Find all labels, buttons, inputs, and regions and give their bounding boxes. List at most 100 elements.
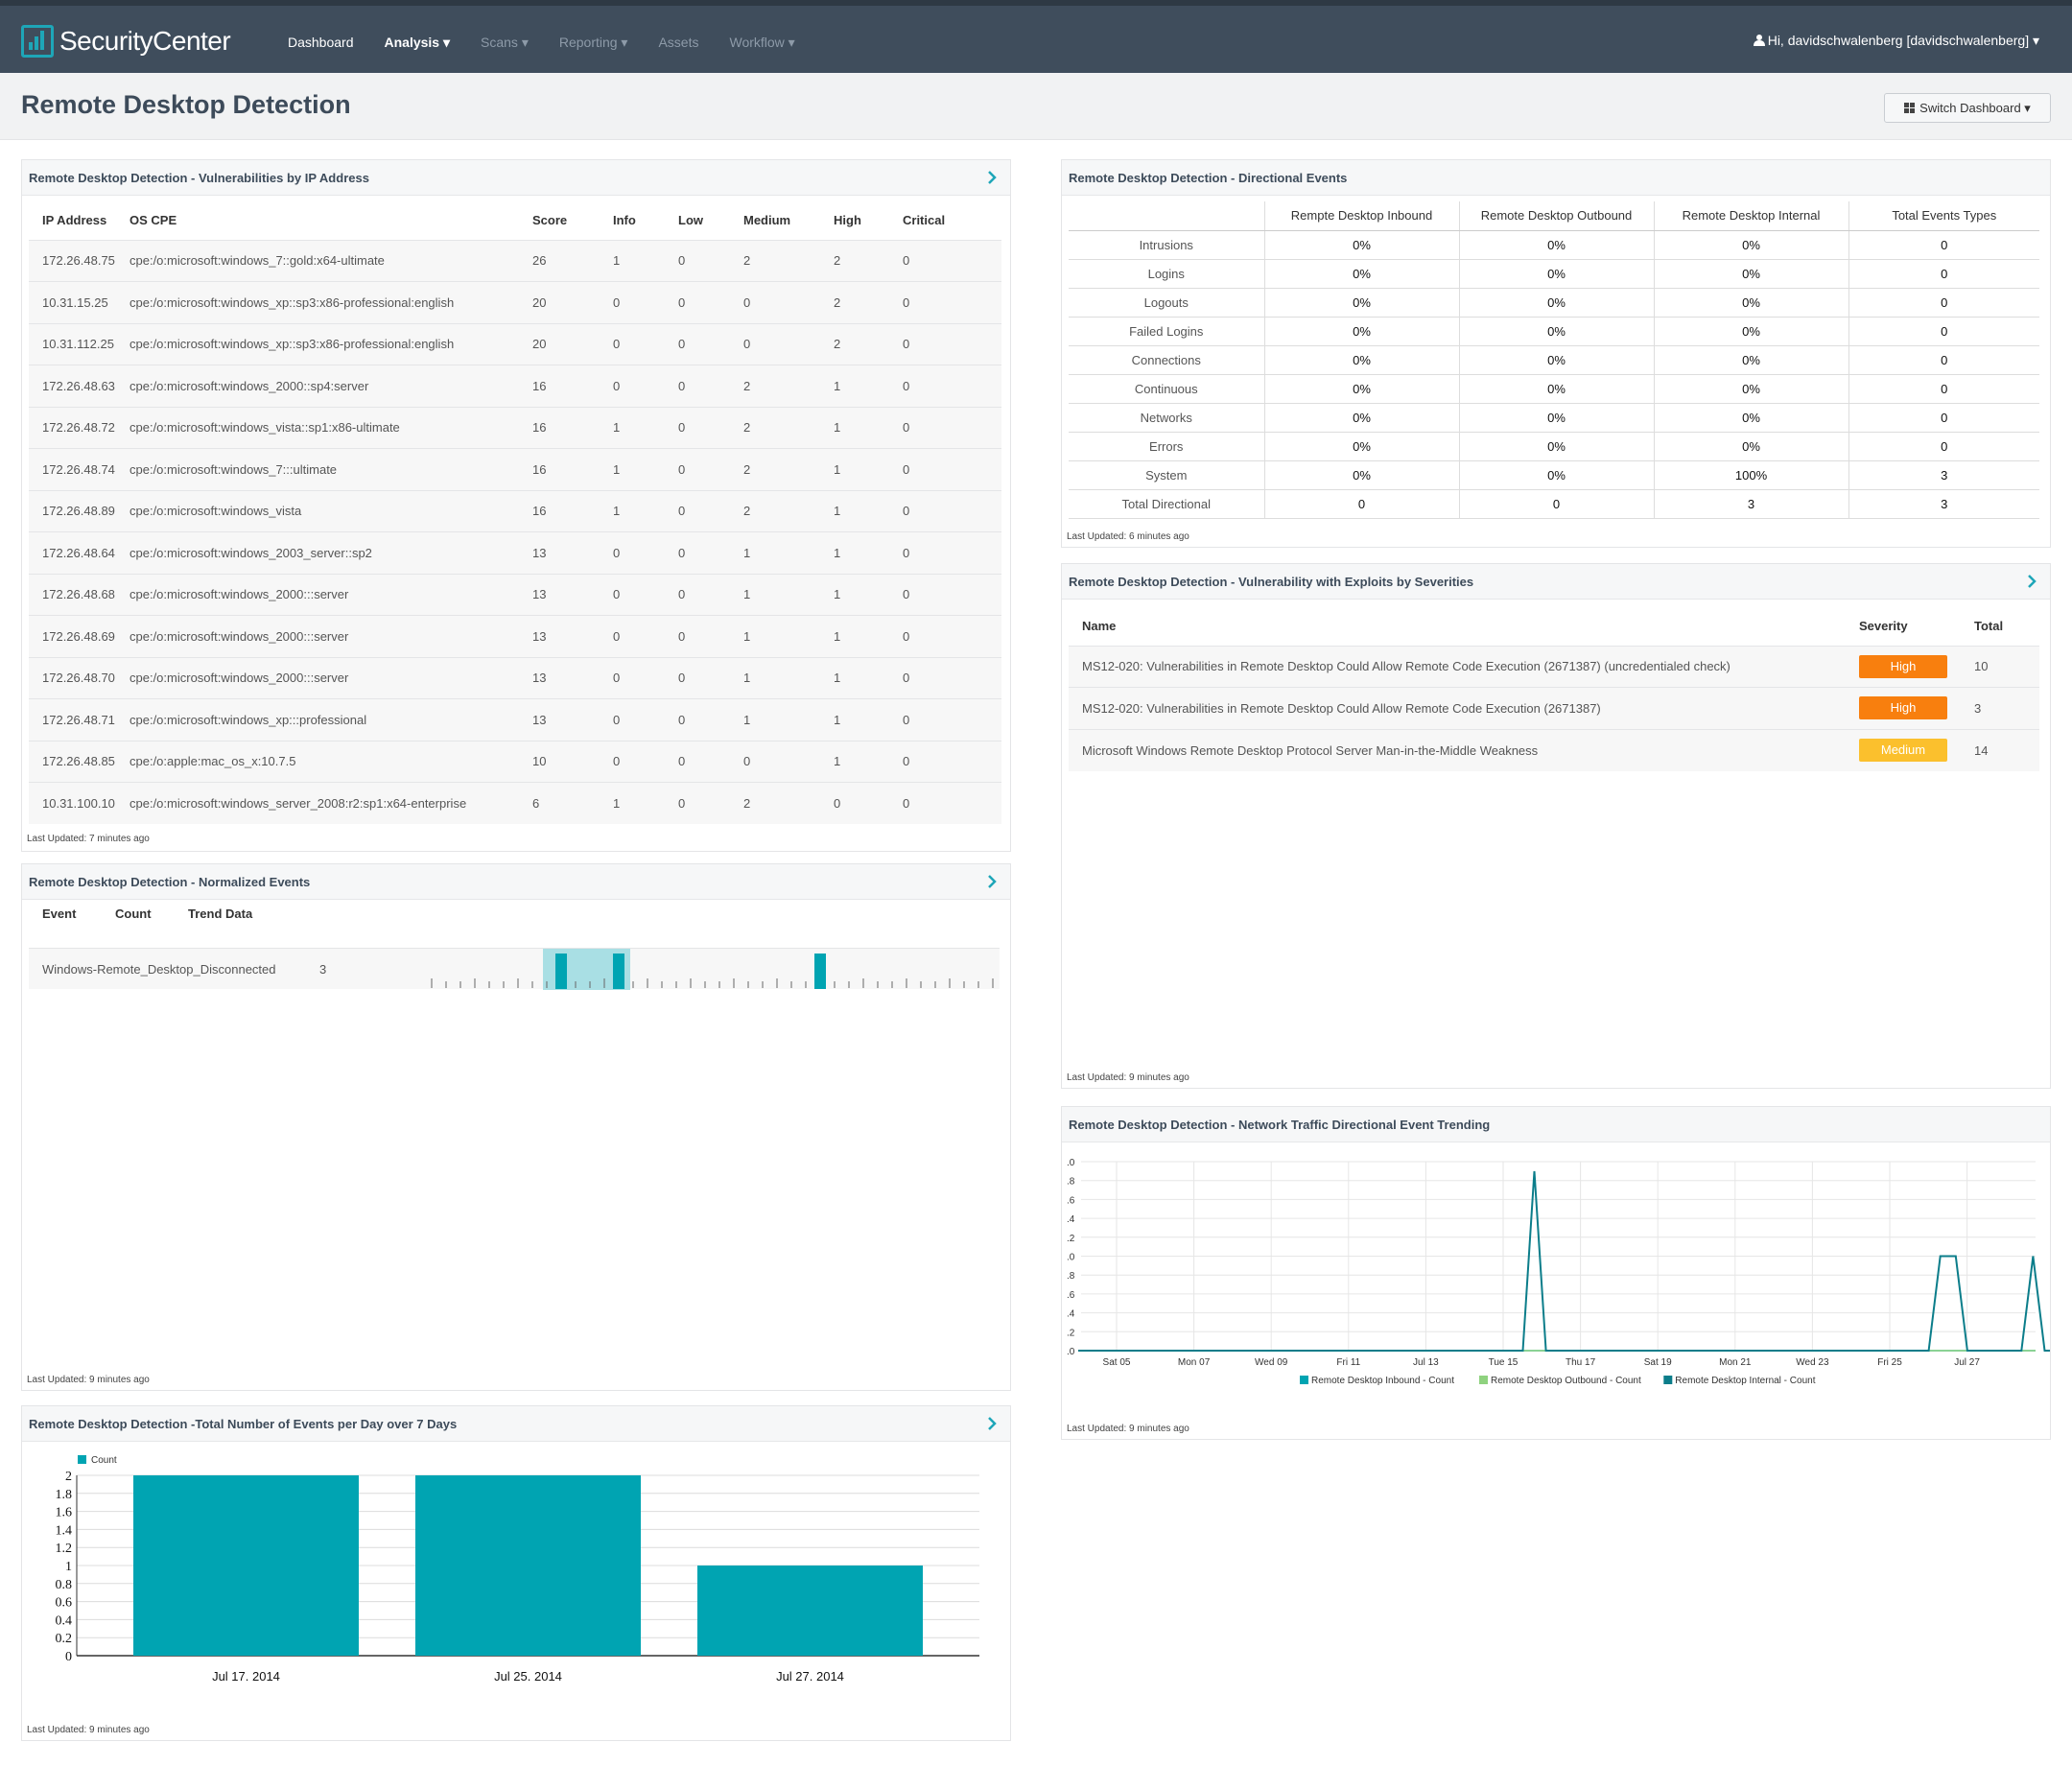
table-cell: 0 [665, 406, 730, 449]
table-cell: 13 [532, 698, 600, 741]
table-cell: 0 [665, 448, 730, 490]
table-row[interactable]: Windows-Remote_Desktop_Disconnected 3 [29, 948, 1000, 990]
table-cell: 0% [1263, 460, 1459, 490]
y-tick-label: .4 [1067, 1214, 1075, 1225]
table-row[interactable]: 172.26.48.68 cpe:/o:microsoft:windows_200… [29, 573, 1001, 616]
table-row: Continuous 0% 0% 0% 0 [1069, 374, 2039, 404]
table-cell: Intrusions [1069, 230, 1264, 260]
x-tick-label: Jul 13 [1413, 1357, 1439, 1368]
table-cell: 2 [730, 365, 820, 407]
chevron-right-icon[interactable] [981, 870, 1002, 893]
table-cell: 0% [1458, 230, 1654, 260]
table-cell: 1 [820, 615, 889, 657]
table-cell: 0 [1848, 259, 2039, 289]
table-cell: 0 [665, 573, 730, 616]
y-tick-label: .0 [1067, 1347, 1075, 1357]
table-cell: cpe:/o:microsoft:windows_2003_server::sp… [130, 531, 532, 574]
table-cell: cpe:/o:microsoft:windows_xp:::profession… [130, 698, 532, 741]
column-header: Remote Desktop Internal [1653, 201, 1848, 231]
table-cell: 0 [665, 656, 730, 699]
directional-events-table: Rempte Desktop Inbound Remote Desktop Out… [1069, 201, 2039, 519]
table-row: Logins 0% 0% 0% 0 [1069, 259, 2039, 289]
column-header: Severity [1859, 619, 1908, 634]
table-cell: 1 [730, 531, 820, 574]
nav-scans[interactable]: Scans ▾ [481, 35, 529, 51]
table-cell: 16 [532, 365, 600, 407]
securitycenter-logo[interactable]: SecurityCenter [21, 23, 231, 59]
events-per-day-chart: 2 1.8 1.6 1.4 1.2 1 0.8 0.6 0.4 0.2 0 Jul 17. 2014 J… [56, 1455, 979, 1684]
legend-swatch [1479, 1376, 1488, 1384]
table-cell: 1 [600, 489, 665, 532]
panel-header: Remote Desktop Detection -Total Number o… [22, 1406, 1010, 1442]
panel-title: Remote Desktop Detection - Network Traff… [1069, 1118, 1491, 1132]
chevron-right-icon[interactable] [981, 1412, 1002, 1435]
table-cell: 1 [600, 448, 665, 490]
y-tick-label: 1 [65, 1560, 72, 1574]
nav-assets[interactable]: Assets [658, 35, 698, 50]
column-header: IP Address [42, 213, 107, 228]
vulnerability-name: MS12-020: Vulnerabilities in Remote Desk… [1069, 687, 1846, 729]
nav-analysis[interactable]: Analysis ▾ [385, 35, 451, 51]
table-cell: 0 [889, 573, 1001, 616]
table-row[interactable]: MS12-020: Vulnerabilities in Remote Desk… [1069, 687, 2039, 729]
switch-dashboard-button[interactable]: Switch Dashboard ▾ [1884, 93, 2051, 123]
x-tick-label: Fri 25 [1877, 1357, 1902, 1368]
table-cell: 0 [889, 698, 1001, 741]
table-row[interactable]: 172.26.48.64 cpe:/o:microsoft:windows_200… [29, 531, 1001, 574]
network-traffic-trending-panel: Remote Desktop Detection - Network Traff… [1061, 1106, 2051, 1440]
logo-icon [21, 25, 54, 58]
column-header: Rempte Desktop Inbound [1263, 201, 1459, 231]
user-label: Hi, davidschwalenberg [davidschwalenberg… [1767, 33, 2039, 48]
table-row[interactable]: 10.31.100.10 cpe:/o:microsoft:windows_ser… [29, 782, 1001, 824]
y-tick-label: 2 [65, 1470, 72, 1484]
table-cell: 0 [889, 281, 1001, 323]
table-cell: 0% [1263, 259, 1459, 289]
panel-header: Remote Desktop Detection - Vulnerabiliti… [22, 160, 1010, 196]
nav-reporting[interactable]: Reporting ▾ [559, 35, 628, 51]
total-cell: 10 [1961, 645, 2039, 688]
table-cell: 1 [820, 406, 889, 449]
table-cell: 0% [1458, 432, 1654, 461]
table-cell: cpe:/o:microsoft:windows_7::gold:x64-ult… [130, 239, 532, 282]
event-count: 3 [319, 962, 327, 977]
table-row[interactable]: Microsoft Windows Remote Desktop Protoco… [1069, 728, 2039, 771]
table-cell: 0 [1848, 403, 2039, 433]
table-cell: 2 [820, 322, 889, 365]
table-cell: 2 [730, 489, 820, 532]
table-row[interactable]: 172.26.48.63 cpe:/o:microsoft:windows_200… [29, 365, 1001, 407]
table-cell: Continuous [1069, 374, 1264, 404]
table-row[interactable]: 10.31.15.25 cpe:/o:microsoft:windows_xp::… [29, 281, 1001, 323]
table-row[interactable]: MS12-020: Vulnerabilities in Remote Desk… [1069, 645, 2039, 688]
table-cell: 10 [532, 740, 600, 783]
nav-workflow[interactable]: Workflow ▾ [729, 35, 794, 51]
table-cell: 0 [730, 322, 820, 365]
table-cell: 10.31.15.25 [29, 281, 130, 323]
table-row[interactable]: 172.26.48.85 cpe:/o:apple:mac_os_x:10.7.5… [29, 740, 1001, 783]
table-row: Networks 0% 0% 0% 0 [1069, 403, 2039, 433]
table-row[interactable]: 172.26.48.69 cpe:/o:microsoft:windows_200… [29, 615, 1001, 657]
table-cell: 0 [1848, 374, 2039, 404]
panel-title: Remote Desktop Detection - Normalized Ev… [29, 875, 311, 889]
x-tick-label: Mon 21 [1719, 1357, 1752, 1368]
nav-dashboard[interactable]: Dashboard [288, 35, 354, 50]
table-cell: 172.26.48.75 [29, 239, 130, 282]
table-row[interactable]: 172.26.48.71 cpe:/o:microsoft:windows_xp:… [29, 698, 1001, 741]
table-row[interactable]: 172.26.48.89 cpe:/o:microsoft:windows_vis… [29, 489, 1001, 532]
table-cell: 2 [730, 406, 820, 449]
total-cell: 3 [1961, 687, 2039, 729]
table-cell: 10.31.100.10 [29, 782, 130, 824]
table-row[interactable]: 172.26.48.75 cpe:/o:microsoft:windows_7::… [29, 239, 1001, 282]
table-row: Logouts 0% 0% 0% 0 [1069, 288, 2039, 318]
table-row[interactable]: 172.26.48.70 cpe:/o:microsoft:windows_200… [29, 656, 1001, 699]
table-cell: 0 [665, 698, 730, 741]
chevron-right-icon[interactable] [2021, 570, 2042, 593]
table-row[interactable]: 10.31.112.25 cpe:/o:microsoft:windows_xp:… [29, 322, 1001, 365]
table-cell: 0 [889, 656, 1001, 699]
user-menu[interactable]: Hi, davidschwalenberg [davidschwalenberg… [1753, 33, 2039, 49]
table-row[interactable]: 172.26.48.72 cpe:/o:microsoft:windows_vis… [29, 406, 1001, 449]
chevron-right-icon[interactable] [981, 166, 1002, 189]
table-cell: 0 [665, 782, 730, 824]
table-cell: 0 [889, 406, 1001, 449]
table-cell: 0 [665, 489, 730, 532]
table-row[interactable]: 172.26.48.74 cpe:/o:microsoft:windows_7::… [29, 448, 1001, 490]
